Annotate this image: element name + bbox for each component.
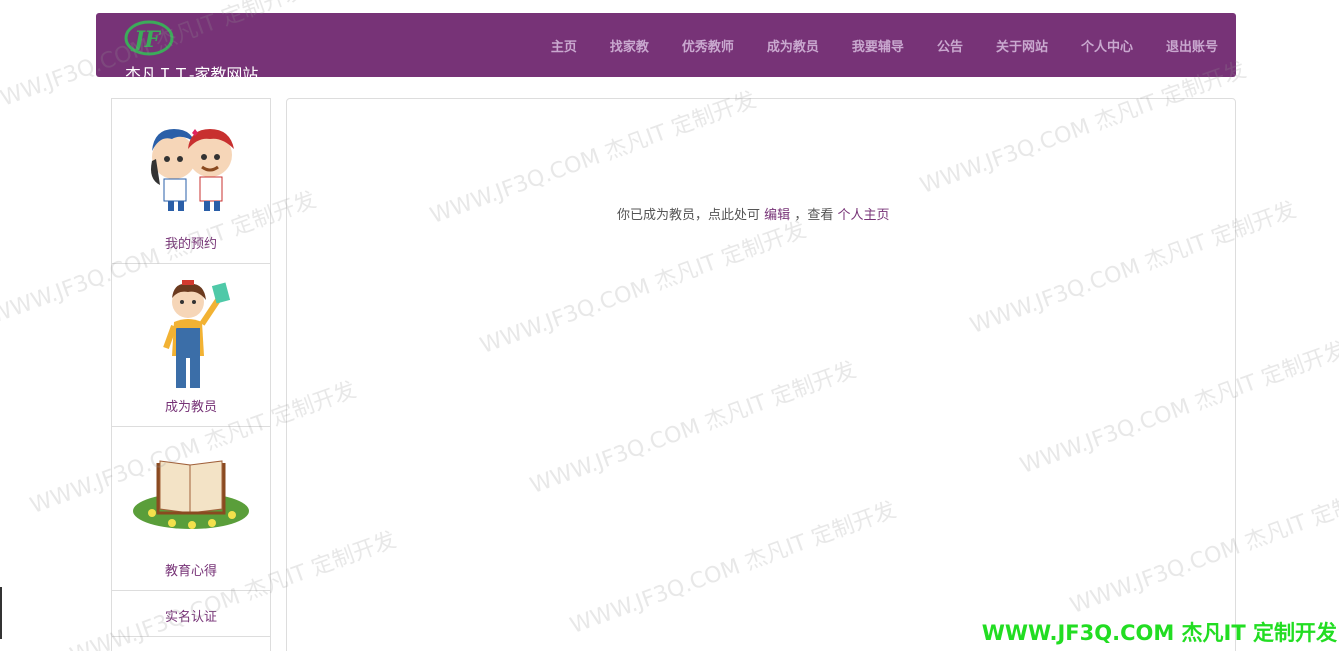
personal-homepage-link[interactable]: 个人主页 [837,208,889,223]
corner-watermark: WWW.JF3Q.COM 杰凡IT 定制开发 [981,621,1337,645]
nav-personal-center[interactable]: 个人中心 [1081,36,1133,55]
tutor-status-notice: 你已成为教员，点此处可 编辑 ，查看 个人主页 [287,204,1235,223]
sidebar: 我的预约 成为教员 教育心得 实名认证 [111,98,271,651]
kids-icon [151,129,234,211]
nav-become-tutor[interactable]: 成为教员 [767,36,819,55]
nav-menu: 主页 找家教 优秀教师 成为教员 我要辅导 公告 关于网站 个人中心 退出账号 [518,13,1218,77]
open-book-icon [133,460,249,529]
sidebar-item-real-name-verification[interactable]: 实名认证 [112,591,270,637]
sidebar-item-become-tutor[interactable]: 成为教员 [112,264,270,427]
svg-text:JF: JF [130,27,161,53]
sidebar-item-label: 成为教员 [164,400,217,415]
main-panel: 你已成为教员，点此处可 编辑 ，查看 个人主页 [286,98,1236,651]
edit-link[interactable]: 编辑 [764,208,790,223]
sidebar-item-my-appointments[interactable]: 我的预约 [112,99,270,264]
girl-book-icon [163,280,231,388]
sidebar-item-education-insights[interactable]: 教育心得 [112,427,270,591]
brand-title: 杰凡ＩＴ-家教网站 [125,65,259,84]
nav-home[interactable]: 主页 [551,36,577,55]
top-navbar: JF 杰凡ＩＴ-家教网站 主页 找家教 优秀教师 成为教员 我要辅导 公告 关于… [96,13,1236,84]
nav-about[interactable]: 关于网站 [996,36,1048,55]
sidebar-item-label: 我的预约 [164,237,217,252]
notice-prefix: 你已成为教员，点此处可 [617,208,761,223]
sidebar-item-label: 教育心得 [164,564,217,579]
left-edge-bar [0,587,2,639]
nav-logout[interactable]: 退出账号 [1166,36,1218,55]
nav-request-tutoring[interactable]: 我要辅导 [852,36,904,55]
nav-excellent-teachers[interactable]: 优秀教师 [682,36,734,55]
brand[interactable]: JF 杰凡ＩＴ-家教网站 [124,17,324,84]
notice-middle: ，查看 [794,208,834,223]
sidebar-item-label: 实名认证 [164,610,217,625]
nav-find-tutor[interactable]: 找家教 [610,36,649,55]
jf-logo-icon: JF [124,20,174,56]
nav-announcements[interactable]: 公告 [937,36,963,55]
